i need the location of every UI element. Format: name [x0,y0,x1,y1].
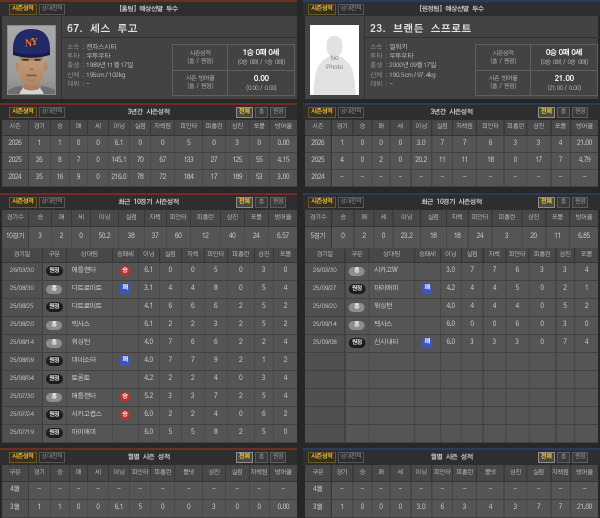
svg-text:No: No [330,55,339,62]
svg-text:Y: Y [31,37,39,48]
svg-text:Photo: Photo [326,64,343,71]
